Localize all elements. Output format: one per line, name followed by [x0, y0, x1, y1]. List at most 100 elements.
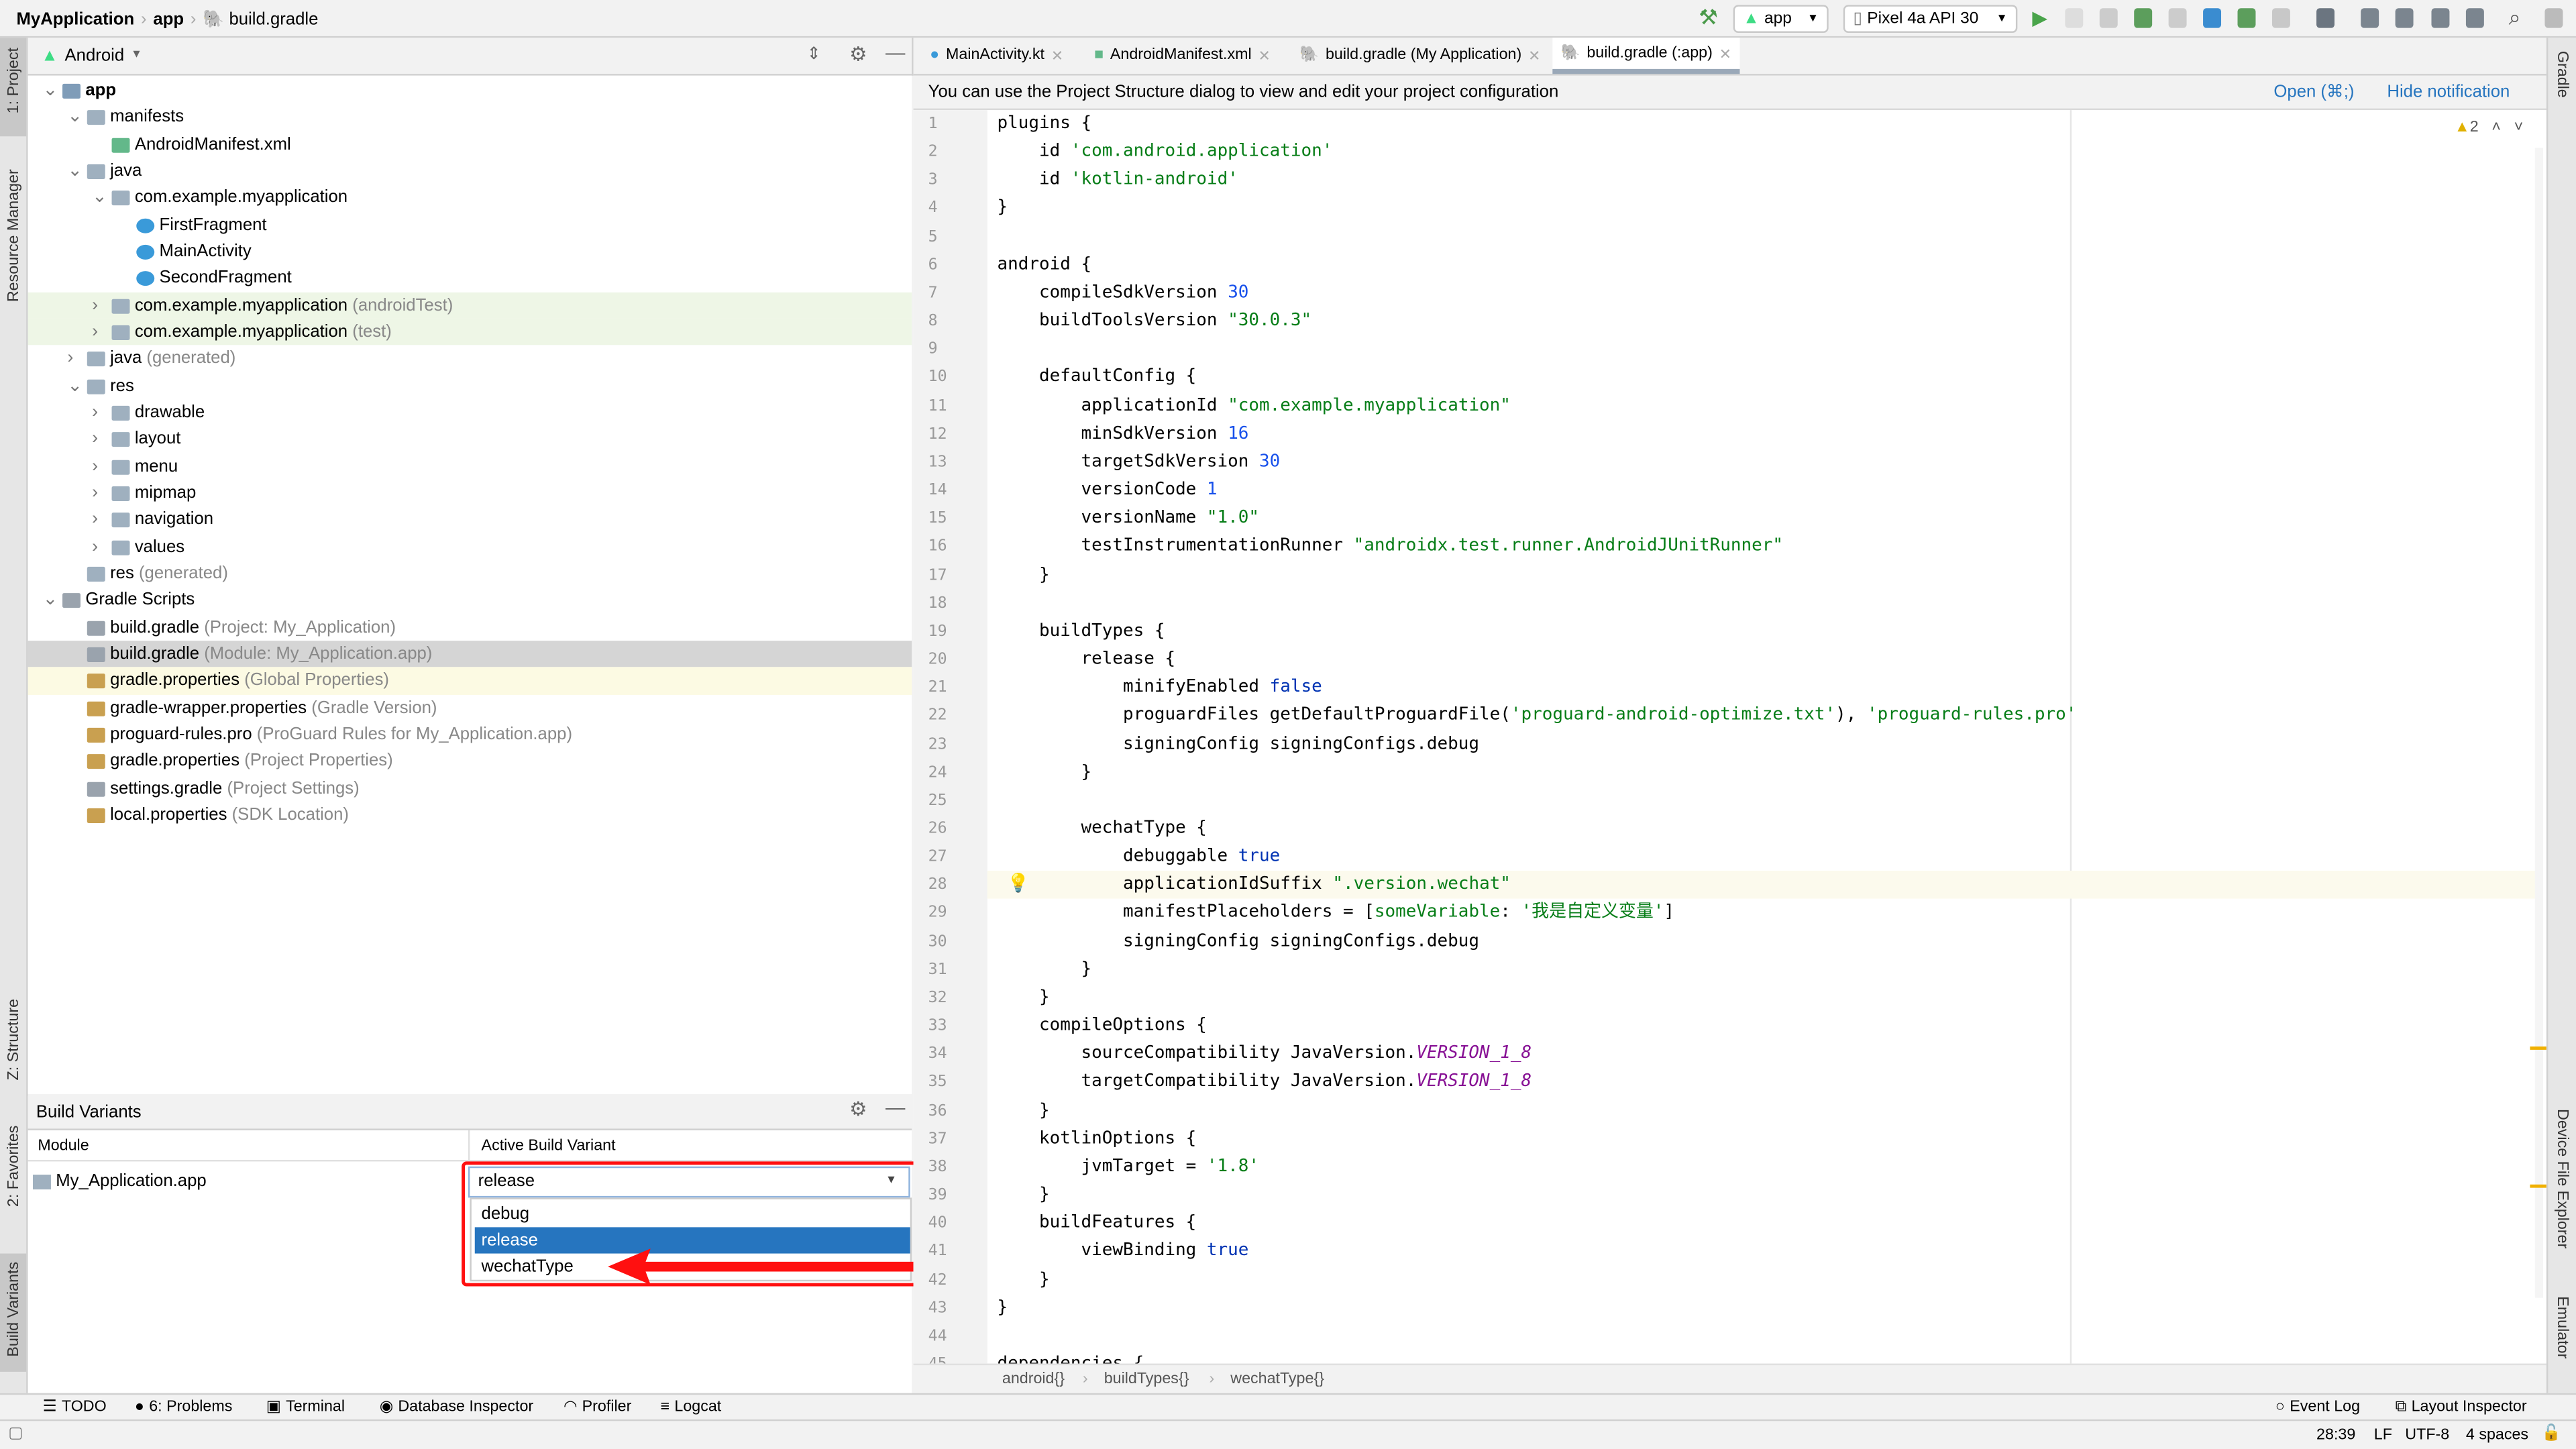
- code-line[interactable]: defaultConfig {: [998, 364, 2546, 392]
- chevron-right-icon[interactable]: ›: [92, 506, 105, 529]
- tree-item[interactable]: res (generated): [28, 560, 912, 587]
- tree-item[interactable]: FirstFragment: [28, 211, 912, 238]
- code-line[interactable]: }: [998, 759, 2546, 787]
- code-line[interactable]: buildToolsVersion "30.0.3": [998, 307, 2546, 335]
- code-line[interactable]: }: [998, 195, 2546, 223]
- tool-window-gradle[interactable]: Gradle: [2553, 51, 2571, 98]
- crumb-android[interactable]: android{}: [1002, 1370, 1065, 1388]
- code-line[interactable]: }: [998, 1294, 2546, 1322]
- code-line[interactable]: }: [998, 1097, 2546, 1125]
- tree-item[interactable]: AndroidManifest.xml: [28, 131, 912, 158]
- lock-icon[interactable]: 🔓: [2542, 1424, 2561, 1442]
- tool-logcat[interactable]: ≡ Logcat: [660, 1398, 721, 1416]
- gear-icon[interactable]: ⚙: [849, 1097, 867, 1120]
- code-line[interactable]: [998, 1322, 2546, 1350]
- tool-event-log[interactable]: ○ Event Log: [2275, 1398, 2360, 1416]
- code-line[interactable]: [998, 335, 2546, 364]
- chevron-right-icon[interactable]: ›: [92, 426, 105, 449]
- caret-position[interactable]: 28:39: [2316, 1426, 2355, 1444]
- code-line[interactable]: }: [998, 984, 2546, 1012]
- code-line[interactable]: dependencies {: [998, 1350, 2546, 1364]
- tree-item[interactable]: MainActivity: [28, 238, 912, 265]
- code-line[interactable]: buildTypes {: [998, 618, 2546, 646]
- tree-item[interactable]: gradle-wrapper.properties (Gradle Versio…: [28, 694, 912, 721]
- tree-item[interactable]: gradle.properties (Global Properties): [28, 667, 912, 694]
- code-line[interactable]: compileSdkVersion 30: [998, 279, 2546, 307]
- chevron-down-icon[interactable]: ⌄: [92, 184, 107, 207]
- tool-database-inspector[interactable]: ◉ Database Inspector: [380, 1398, 533, 1416]
- minimize-icon[interactable]: —: [885, 1095, 905, 1118]
- code-line[interactable]: applicationIdSuffix ".version.wechat": [998, 871, 2546, 900]
- tree-item[interactable]: › java (generated): [28, 345, 912, 372]
- chevron-down-icon[interactable]: ⌄: [67, 158, 83, 180]
- code-line[interactable]: wechatType {: [998, 815, 2546, 843]
- tree-item[interactable]: ⌄ Gradle Scripts: [28, 587, 912, 614]
- code-line[interactable]: plugins {: [998, 110, 2546, 138]
- code-line[interactable]: [998, 787, 2546, 815]
- tree-item[interactable]: › com.example.myapplication (androidTest): [28, 292, 912, 319]
- code-line[interactable]: id 'kotlin-android': [998, 166, 2546, 195]
- code-line[interactable]: id 'com.android.application': [998, 138, 2546, 166]
- tree-item[interactable]: build.gradle (Project: My_Application): [28, 614, 912, 641]
- code-line[interactable]: manifestPlaceholders = [someVariable: '我…: [998, 900, 2546, 928]
- chevron-down-icon[interactable]: ⌄: [43, 587, 58, 610]
- gear-icon[interactable]: ⚙: [849, 43, 867, 66]
- tool-window-emulator[interactable]: Emulator: [2553, 1296, 2571, 1358]
- toggle-tool-windows-icon[interactable]: ▢: [8, 1424, 23, 1442]
- code-line[interactable]: android {: [998, 251, 2546, 279]
- tree-item[interactable]: gradle.properties (Project Properties): [28, 748, 912, 775]
- code-line[interactable]: signingConfig signingConfigs.debug: [998, 928, 2546, 956]
- tree-item[interactable]: › drawable: [28, 399, 912, 426]
- tree-item[interactable]: ⌄ com.example.myapplication: [28, 184, 912, 211]
- code-line[interactable]: jvmTarget = '1.8': [998, 1153, 2546, 1181]
- tool-window-resource-manager[interactable]: Resource Manager: [5, 169, 23, 302]
- code-line[interactable]: buildFeatures {: [998, 1210, 2546, 1238]
- code-line[interactable]: testInstrumentationRunner "androidx.test…: [998, 533, 2546, 561]
- code-line[interactable]: versionCode 1: [998, 476, 2546, 504]
- tree-item[interactable]: ⌄ manifests: [28, 104, 912, 131]
- code-line[interactable]: }: [998, 1181, 2546, 1210]
- chevron-right-icon[interactable]: ›: [92, 292, 105, 315]
- tree-item[interactable]: › com.example.myapplication (test): [28, 319, 912, 346]
- code-line[interactable]: versionName "1.0": [998, 504, 2546, 533]
- crumb-project[interactable]: MyApplication: [16, 10, 134, 30]
- code-line[interactable]: }: [998, 956, 2546, 984]
- chevron-right-icon[interactable]: ›: [67, 345, 80, 368]
- code-line[interactable]: }: [998, 561, 2546, 589]
- tool-todo[interactable]: ☰ TODO: [43, 1398, 107, 1416]
- tool-terminal[interactable]: ▣ Terminal: [266, 1398, 345, 1416]
- warning-marker[interactable]: [2530, 1184, 2546, 1188]
- chevron-right-icon[interactable]: ›: [92, 533, 105, 556]
- collapse-all-icon[interactable]: ⇕: [806, 44, 821, 64]
- tree-item[interactable]: › layout: [28, 426, 912, 453]
- warning-marker[interactable]: [2530, 1046, 2546, 1050]
- code-line[interactable]: targetCompatibility JavaVersion.VERSION_…: [998, 1069, 2546, 1097]
- tree-item[interactable]: ⌄ app: [28, 77, 912, 104]
- chevron-up-icon[interactable]: ˄: [2491, 118, 2501, 136]
- tool-layout-inspector[interactable]: ⧉ Layout Inspector: [2396, 1398, 2527, 1416]
- line-separator[interactable]: LF: [2374, 1426, 2392, 1444]
- tree-item[interactable]: build.gradle (Module: My_Application.app…: [28, 640, 912, 667]
- tree-item[interactable]: SecondFragment: [28, 265, 912, 292]
- chevron-right-icon[interactable]: ›: [92, 399, 105, 422]
- code-line[interactable]: viewBinding true: [998, 1238, 2546, 1266]
- tree-item[interactable]: › menu: [28, 453, 912, 480]
- code-line[interactable]: [998, 589, 2546, 617]
- tool-problems[interactable]: ● 6: Problems: [135, 1398, 233, 1416]
- account-icon[interactable]: [2544, 8, 2563, 28]
- code-line[interactable]: minSdkVersion 16: [998, 420, 2546, 448]
- chevron-down-icon[interactable]: ⌄: [67, 372, 83, 395]
- minimize-icon[interactable]: —: [885, 41, 905, 64]
- chevron-down-icon[interactable]: ⌄: [67, 104, 83, 127]
- code-line[interactable]: minifyEnabled false: [998, 674, 2546, 702]
- chevron-right-icon[interactable]: ›: [92, 480, 105, 502]
- chevron-right-icon[interactable]: ›: [92, 319, 105, 341]
- code-line[interactable]: release {: [998, 646, 2546, 674]
- code-line[interactable]: [998, 223, 2546, 251]
- chevron-right-icon[interactable]: ›: [92, 453, 105, 476]
- file-encoding[interactable]: UTF-8: [2405, 1426, 2449, 1444]
- code-line[interactable]: compileOptions {: [998, 1012, 2546, 1040]
- crumb-wechattype[interactable]: wechatType{}: [1230, 1370, 1324, 1388]
- crumb-buildtypes[interactable]: buildTypes{}: [1104, 1370, 1189, 1388]
- crumb-module[interactable]: app: [153, 10, 184, 30]
